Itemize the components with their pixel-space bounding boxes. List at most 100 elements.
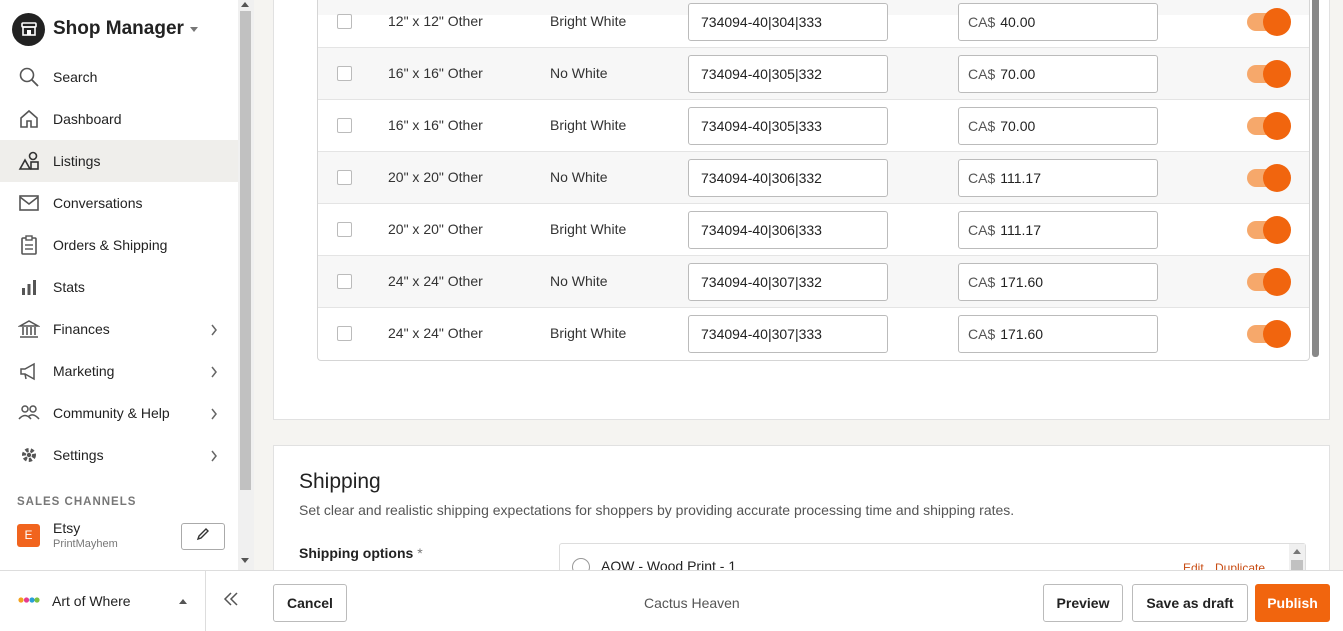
price-currency: CA$ [968,222,996,238]
sales-channels-heading: SALES CHANNELS [17,496,137,508]
price-input[interactable]: CA$ 70.00 [958,107,1158,145]
shop-switcher[interactable]: Art of Where [0,570,205,631]
channel-name: Etsy [53,520,81,536]
sidebar-item-label: Dashboard [53,111,122,127]
shipping-list-scrollbar-thumb[interactable] [1291,560,1303,570]
table-row: 24" x 24" Other No White CA$171.60 [318,255,1309,307]
variant-checkbox[interactable] [337,222,352,237]
edit-channel-button[interactable] [181,523,225,550]
double-chevron-left-icon [223,591,239,611]
sidebar-item-dashboard[interactable]: Dashboard [0,98,238,140]
sidebar-scrollbar-thumb[interactable] [240,11,251,490]
variant-checkbox[interactable] [337,326,352,341]
sidebar-item-label: Settings [53,447,104,463]
sidebar-item-search[interactable]: Search [0,56,238,98]
sku-input[interactable] [688,315,888,353]
variant-checkbox[interactable] [337,274,352,289]
sidebar-item-community-help[interactable]: Community & Help [0,392,238,434]
variant-color: No White [550,65,608,81]
preview-button[interactable]: Preview [1043,584,1123,622]
sidebar: Shop Manager Search Dashboard Listings C… [0,0,238,570]
toggle-knob [1263,8,1291,36]
sidebar-item-label: Listings [53,153,101,169]
variant-color: Bright White [550,221,627,237]
sidebar-item-settings[interactable]: Settings [0,434,238,476]
bar-chart-icon [18,276,40,298]
sidebar-item-label: Stats [53,279,85,295]
variant-color: Bright White [550,117,627,133]
price-input[interactable]: CA$ 171.60 [958,315,1158,353]
shipping-profile-radio[interactable] [572,558,590,570]
price-currency: CA$ [968,170,996,186]
shop-manager-menu[interactable]: Shop Manager [12,12,198,46]
sidebar-item-conversations[interactable]: Conversations [0,182,238,224]
variant-checkbox[interactable] [337,170,352,185]
search-icon [18,66,40,88]
table-row: 20" x 20" Other No White CA$111.17 [318,151,1309,203]
sidebar-item-label: Orders & Shipping [53,237,168,253]
shapes-icon [18,150,40,172]
variant-checkbox[interactable] [337,14,352,29]
price-input[interactable]: CA$ 111.17 [958,211,1158,249]
sku-input[interactable] [688,55,888,93]
save-draft-button[interactable]: Save as draft [1132,584,1248,622]
price-input[interactable]: CA$ 171.60 [958,263,1158,301]
sku-input[interactable] [688,159,888,197]
variations-scrollbar[interactable] [1312,0,1319,357]
shipping-profile-name: AOW - Wood Print - 1 [601,558,737,570]
sidebar-item-stats[interactable]: Stats [0,266,238,308]
variant-color: No White [550,169,608,185]
scroll-up-arrow-icon[interactable] [241,2,249,7]
sku-input[interactable] [688,3,888,41]
variant-toggle[interactable] [1247,8,1291,36]
publish-button[interactable]: Publish [1255,584,1330,622]
sku-input[interactable] [688,107,888,145]
variant-toggle[interactable] [1247,60,1291,88]
variant-toggle[interactable] [1247,164,1291,192]
variant-size: 16" x 16" Other [388,117,483,133]
chevron-right-icon [210,449,218,467]
toggle-knob [1263,60,1291,88]
sidebar-item-label: Finances [53,321,110,337]
variations-card: 12" x 12" Other Bright White CA$40.00 16… [273,0,1330,420]
variations-table: 12" x 12" Other Bright White CA$40.00 16… [317,0,1310,361]
variant-color: Bright White [550,325,627,341]
main-content: 12" x 12" Other Bright White CA$40.00 16… [255,0,1343,570]
variant-checkbox[interactable] [337,66,352,81]
variant-toggle[interactable] [1247,320,1291,348]
chevron-right-icon [210,323,218,341]
price-currency: CA$ [968,66,996,82]
art-of-where-logo [18,592,40,610]
sidebar-item-marketing[interactable]: Marketing [0,350,238,392]
collapse-sidebar-button[interactable] [205,570,255,631]
variant-toggle[interactable] [1247,112,1291,140]
shipping-description: Set clear and realistic shipping expecta… [299,502,1015,518]
price-input[interactable]: CA$ 70.00 [958,55,1158,93]
variant-color: No White [550,273,608,289]
price-currency: CA$ [968,14,996,30]
scroll-up-arrow-icon[interactable] [1293,549,1301,554]
cancel-button[interactable]: Cancel [273,584,347,622]
variant-toggle[interactable] [1247,268,1291,296]
gear-icon [18,444,40,466]
shop-switcher-label: Art of Where [52,593,131,609]
bank-icon [18,318,40,340]
price-input[interactable]: CA$ 40.00 [958,3,1158,41]
sidebar-item-listings[interactable]: Listings [0,140,238,182]
sku-input[interactable] [688,211,888,249]
scroll-down-arrow-icon[interactable] [241,558,249,563]
sku-input[interactable] [688,263,888,301]
variant-size: 20" x 20" Other [388,169,483,185]
price-value: 171.60 [1000,326,1044,342]
sidebar-item-finances[interactable]: Finances [0,308,238,350]
edit-shipping-link[interactable]: Edit [1183,561,1204,570]
toggle-knob [1263,164,1291,192]
duplicate-shipping-link[interactable]: Duplicate [1215,561,1265,570]
sales-channel-etsy[interactable]: E Etsy PrintMayhem [17,520,118,550]
shop-manager-title: Shop Manager [53,18,184,39]
etsy-logo: E [17,523,40,547]
variant-toggle[interactable] [1247,216,1291,244]
price-input[interactable]: CA$ 111.17 [958,159,1158,197]
sidebar-item-orders-shipping[interactable]: Orders & Shipping [0,224,238,266]
variant-checkbox[interactable] [337,118,352,133]
